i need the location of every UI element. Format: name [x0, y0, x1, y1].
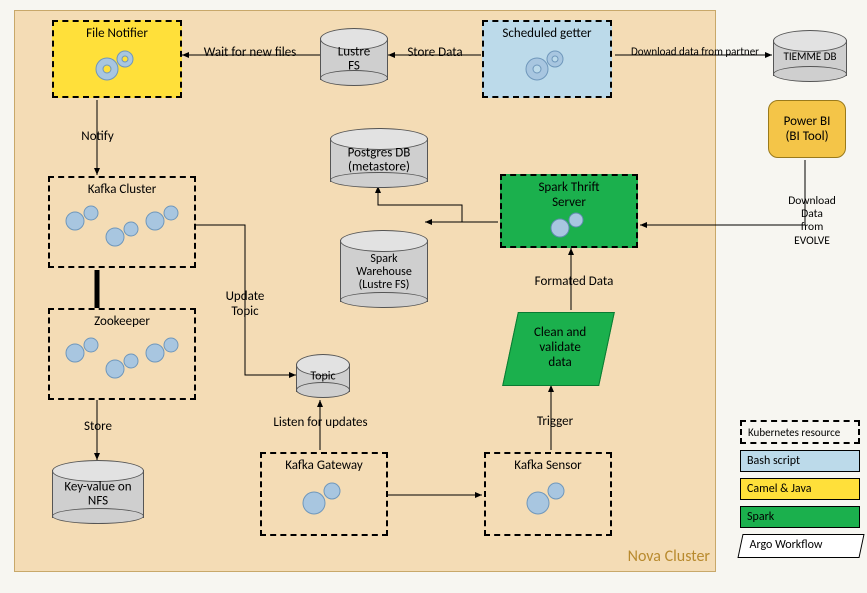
node-power-bi-label: Power BI (BI Tool) [784, 114, 831, 144]
nova-cluster-title: Nova Cluster [560, 548, 710, 566]
gears-icon [518, 477, 578, 519]
node-kafka-gateway: Kafka Gateway [260, 452, 388, 536]
node-clean-validate-label: Clean and validate data [513, 313, 608, 370]
legend-camel-label: Camel & Java [747, 482, 811, 496]
node-power-bi: Power BI (BI Tool) [768, 100, 846, 158]
edge-store: Store [76, 420, 120, 435]
node-clean-validate: Clean and validate data [502, 312, 615, 386]
node-kafka-cluster: Kafka Cluster [48, 176, 196, 268]
legend-camel: Camel & Java [740, 478, 860, 500]
edge-notify: Notify [70, 130, 125, 145]
edge-download-evolve: Download Data from EVOLVE [778, 195, 846, 248]
node-topic: Topic [296, 354, 350, 398]
node-file-notifier: File Notifier [52, 20, 182, 98]
edge-trigger: Trigger [530, 415, 580, 430]
node-scheduled-getter: Scheduled getter [482, 20, 612, 98]
legend-k8s: Kubernetes resource [740, 420, 860, 444]
node-scheduled-getter-label: Scheduled getter [484, 26, 610, 41]
gears-icon [57, 199, 187, 254]
legend-argo-label: Argo Workflow [742, 535, 862, 552]
legend-spark: Spark [740, 506, 860, 528]
legend-argo: Argo Workflow [740, 534, 860, 556]
legend-k8s-label: Kubernetes resource [748, 426, 840, 439]
edge-wait-files: Wait for new files [190, 46, 310, 61]
node-postgres-label: Postgres DB (metastore) [330, 147, 428, 176]
edge-store-data: Store Data [400, 46, 470, 61]
node-file-notifier-label: File Notifier [54, 26, 180, 41]
gears-icon [57, 331, 187, 386]
node-postgres: Postgres DB (metastore) [330, 128, 428, 188]
node-kafka-gateway-label: Kafka Gateway [262, 458, 386, 473]
node-zookeeper: Zookeeper [48, 308, 196, 400]
edge-listen-updates: Listen for updates [263, 416, 378, 431]
node-spark-thrift: Spark Thrift Server [500, 174, 638, 248]
node-zookeeper-label: Zookeeper [50, 314, 194, 329]
gears-icon [544, 210, 594, 240]
edge-formatted-data: Formated Data [524, 275, 624, 290]
node-kafka-sensor-label: Kafka Sensor [486, 458, 610, 473]
edge-download-partner: Download data from partner [615, 46, 775, 59]
node-key-value-nfs: Key-value on NFS [52, 460, 144, 524]
node-spark-thrift-label: Spark Thrift Server [502, 180, 636, 210]
node-tiemme-db: TIEMME DB [773, 30, 847, 82]
node-kafka-cluster-label: Kafka Cluster [50, 182, 194, 197]
node-tiemme-db-label: TIEMME DB [773, 51, 847, 63]
node-lustre-fs-label: Lustre FS [320, 46, 388, 75]
node-spark-warehouse-label: Spark Warehouse (Lustre FS) [340, 253, 428, 293]
node-spark-warehouse: Spark Warehouse (Lustre FS) [340, 230, 428, 308]
edge-update-topic: Update Topic [215, 290, 275, 320]
gears-icon [517, 45, 577, 85]
gears-icon [294, 477, 354, 519]
node-lustre-fs: Lustre FS [320, 28, 388, 86]
node-key-value-nfs-label: Key-value on NFS [52, 481, 144, 510]
node-kafka-sensor: Kafka Sensor [484, 452, 612, 536]
legend-bash-label: Bash script [747, 454, 800, 468]
legend-bash: Bash script [740, 450, 860, 472]
gears-icon [87, 45, 147, 85]
legend-spark-label: Spark [747, 510, 774, 524]
node-topic-label: Topic [296, 371, 350, 384]
